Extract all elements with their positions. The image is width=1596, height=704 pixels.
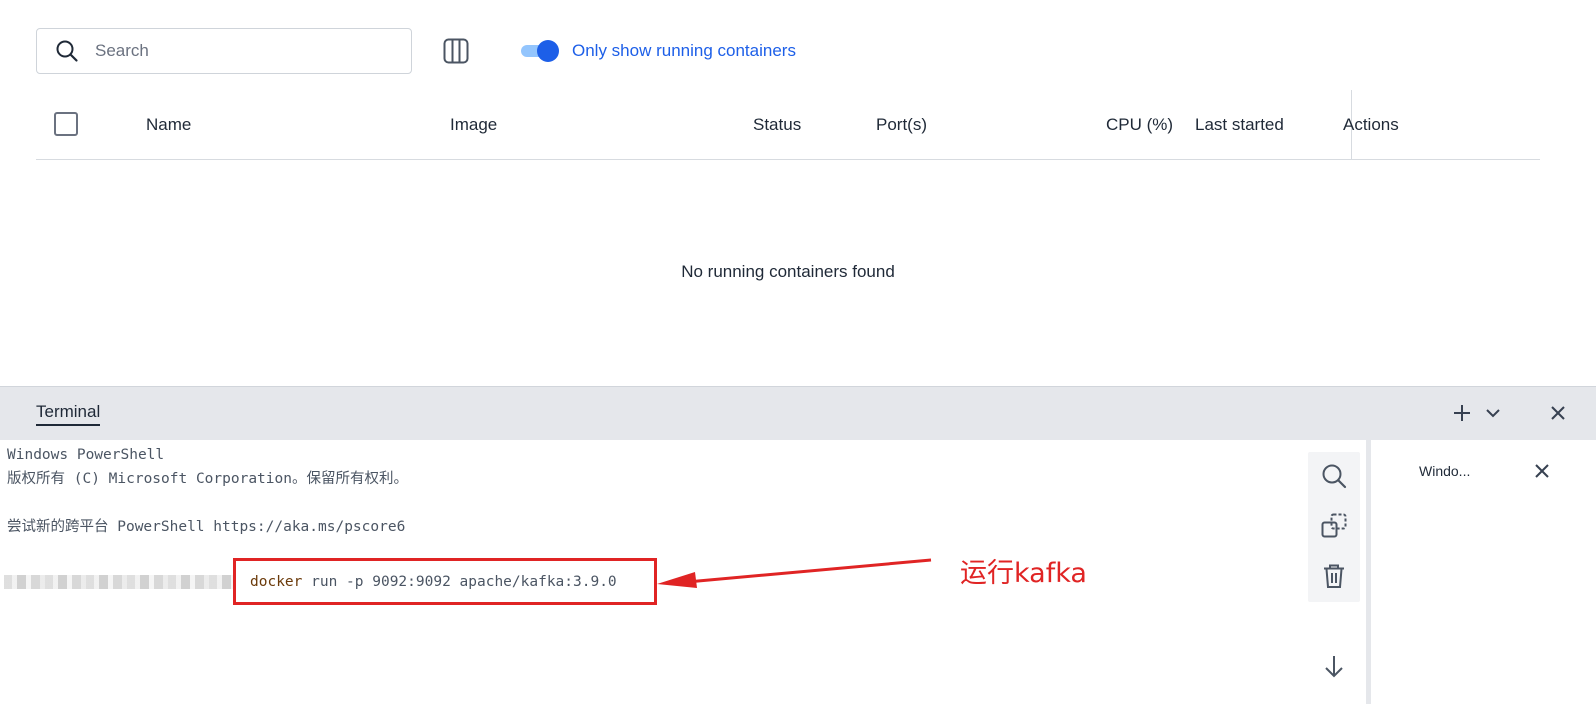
containers-panel: Only show running containers Name Image … bbox=[0, 0, 1596, 386]
select-all-checkbox[interactable] bbox=[54, 112, 78, 136]
arrow-down-icon[interactable] bbox=[1320, 652, 1348, 680]
search-icon bbox=[55, 39, 79, 63]
find-icon[interactable] bbox=[1320, 462, 1348, 490]
search-box[interactable] bbox=[36, 28, 412, 74]
close-icon[interactable] bbox=[1531, 460, 1553, 482]
column-header-ports[interactable]: Port(s) bbox=[876, 115, 927, 135]
terminal-toolbar: Terminal bbox=[0, 386, 1596, 440]
redacted-prompt bbox=[4, 575, 236, 589]
terminal-session-list: Windo... bbox=[1370, 440, 1596, 704]
column-header-last-started[interactable]: Last started bbox=[1195, 115, 1284, 135]
running-only-toggle[interactable] bbox=[519, 40, 559, 62]
annotation-arrow bbox=[657, 558, 932, 588]
tab-terminal[interactable]: Terminal bbox=[36, 402, 101, 426]
column-header-actions: Actions bbox=[1343, 115, 1399, 134]
containers-table-header: Name Image Status Port(s) CPU (%) Last s… bbox=[36, 90, 1540, 160]
column-header-name[interactable]: Name bbox=[146, 115, 191, 135]
command-program: docker bbox=[250, 574, 303, 590]
terminal-line: 尝试新的跨平台 PowerShell https://aka.ms/pscore… bbox=[7, 519, 406, 535]
columns-icon[interactable] bbox=[442, 37, 470, 65]
highlighted-command: docker run -p 9092:9092 apache/kafka:3.9… bbox=[233, 558, 657, 605]
close-icon[interactable] bbox=[1546, 401, 1570, 425]
annotation-label: 运行kafka bbox=[960, 558, 1087, 589]
search-input[interactable] bbox=[93, 40, 373, 62]
terminal-tools bbox=[1308, 452, 1360, 602]
command-text: docker run -p 9092:9092 apache/kafka:3.9… bbox=[250, 573, 617, 591]
column-header-image[interactable]: Image bbox=[450, 115, 497, 135]
copy-icon[interactable] bbox=[1320, 512, 1348, 540]
trash-icon[interactable] bbox=[1320, 562, 1348, 590]
command-args: run -p 9092:9092 apache/kafka:3.9.0 bbox=[302, 574, 617, 590]
running-only-label[interactable]: Only show running containers bbox=[572, 40, 796, 62]
chevron-down-icon[interactable] bbox=[1481, 401, 1505, 425]
terminal-session-tab[interactable]: Windo... bbox=[1419, 462, 1470, 480]
terminal-line: Windows PowerShell bbox=[7, 447, 165, 463]
empty-state-message: No running containers found bbox=[681, 262, 895, 281]
terminal-line: 版权所有 (C) Microsoft Corporation。保留所有权利。 bbox=[7, 471, 408, 487]
plus-icon[interactable] bbox=[1450, 401, 1474, 425]
column-header-cpu[interactable]: CPU (%) bbox=[1106, 115, 1173, 135]
column-header-status[interactable]: Status bbox=[753, 115, 801, 135]
